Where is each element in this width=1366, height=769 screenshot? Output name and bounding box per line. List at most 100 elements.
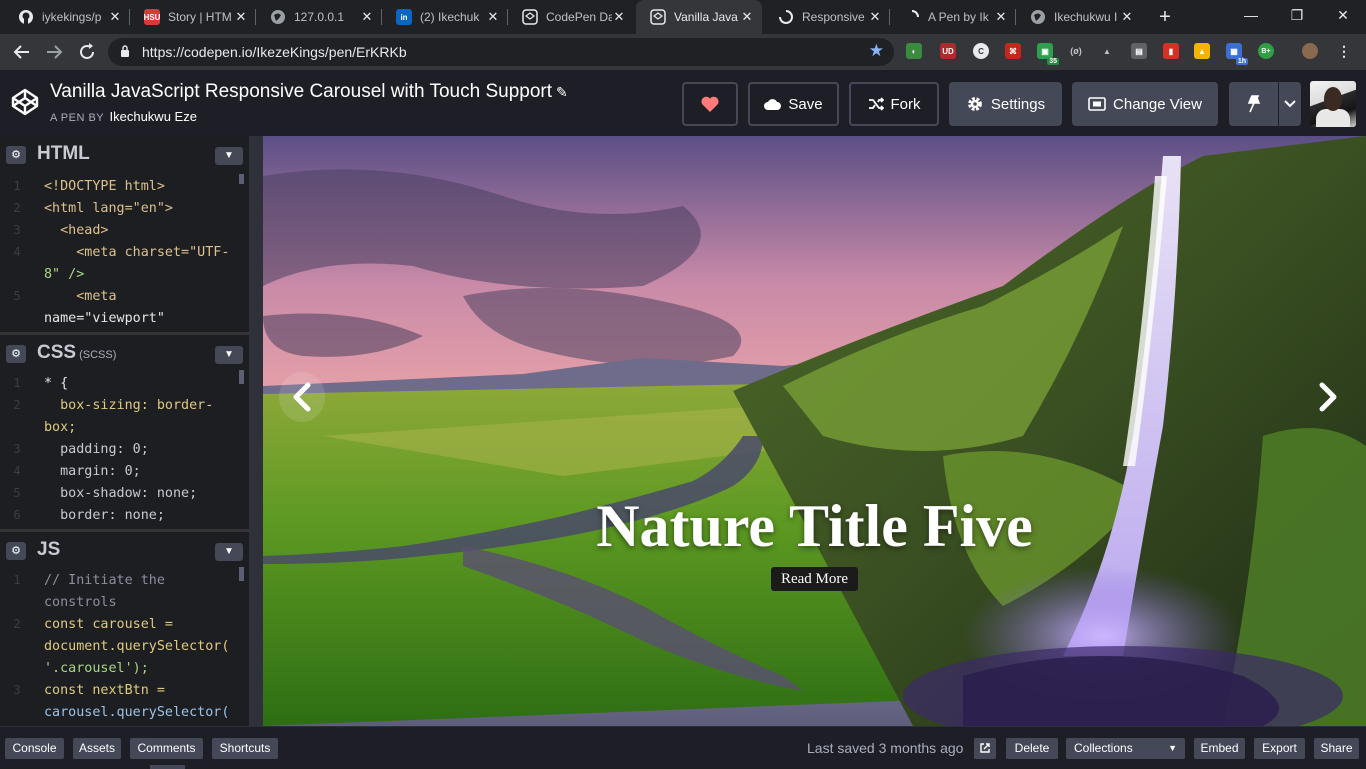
window-close-button[interactable]: ✕ bbox=[1320, 0, 1366, 30]
carousel-next-button[interactable] bbox=[1305, 372, 1351, 422]
edit-pencil-icon[interactable]: ✎ bbox=[556, 84, 568, 100]
back-button[interactable] bbox=[10, 40, 34, 64]
shortcuts-button[interactable]: Shortcuts bbox=[212, 738, 278, 759]
extension-icon[interactable]: ▮ bbox=[1163, 43, 1179, 59]
line-number: 1 bbox=[13, 573, 21, 587]
css-settings-gear-icon[interactable]: ⚙ bbox=[6, 345, 26, 363]
js-code-area[interactable]: 1 // Initiate the constrols 2 const caro… bbox=[0, 567, 249, 726]
forward-button[interactable] bbox=[42, 40, 66, 64]
open-external-button[interactable] bbox=[974, 738, 996, 759]
chevron-down-icon[interactable]: ▼ bbox=[215, 543, 243, 561]
tab-title: A Pen by Ik bbox=[928, 10, 989, 24]
browser-tab[interactable]: 127.0.0.1 ✕ bbox=[256, 0, 382, 34]
close-icon[interactable]: ✕ bbox=[740, 9, 754, 25]
extension-icon[interactable]: ▤ bbox=[1131, 43, 1147, 59]
browser-tab[interactable]: Ikechukwu I ✕ bbox=[1016, 0, 1142, 34]
collections-dropdown[interactable]: Collections ▼ bbox=[1066, 738, 1185, 759]
scrollbar[interactable] bbox=[239, 174, 244, 184]
change-view-button[interactable]: Change View bbox=[1072, 82, 1218, 126]
comments-button[interactable]: Comments bbox=[130, 738, 203, 759]
html-settings-gear-icon[interactable]: ⚙ bbox=[6, 146, 26, 164]
menu-kebab-icon[interactable]: ⋮ bbox=[1336, 43, 1352, 59]
reload-icon bbox=[80, 43, 94, 59]
calendar-icon[interactable]: ▦ 1h bbox=[1226, 43, 1248, 65]
pdf-icon[interactable]: ⌘ bbox=[1005, 43, 1021, 59]
lock-icon bbox=[121, 45, 129, 57]
save-button[interactable]: Save bbox=[748, 82, 839, 126]
carousel-slide-image bbox=[263, 136, 1366, 726]
browser-tab[interactable]: Responsive ✕ bbox=[764, 0, 890, 34]
close-icon[interactable]: ✕ bbox=[612, 9, 626, 25]
js-settings-gear-icon[interactable]: ⚙ bbox=[6, 542, 26, 560]
extension-icon[interactable]: C bbox=[973, 43, 989, 59]
css-editor-header[interactable]: ⚙ CSS (SCSS) ▼ bbox=[0, 332, 249, 370]
tab-title: iykekings/p bbox=[42, 10, 102, 24]
new-tab-button[interactable]: + bbox=[1152, 4, 1178, 30]
fork-button[interactable]: Fork bbox=[849, 82, 939, 126]
editor-resize-handle[interactable] bbox=[249, 136, 263, 726]
extension-icon[interactable]: ▣ 35 bbox=[1037, 43, 1059, 65]
linkedin-icon: in bbox=[396, 9, 412, 25]
line-number: 2 bbox=[13, 617, 21, 631]
chevron-down-icon bbox=[1284, 100, 1296, 108]
heart-icon bbox=[701, 96, 719, 112]
story-icon: HSU bbox=[144, 9, 160, 25]
browser-tab-active[interactable]: Vanilla Java ✕ bbox=[636, 0, 762, 34]
profile-avatar-icon[interactable] bbox=[1302, 43, 1318, 59]
delete-button[interactable]: Delete bbox=[1006, 738, 1058, 759]
drive-icon[interactable]: ▲ bbox=[1099, 43, 1115, 59]
export-button[interactable]: Export bbox=[1254, 738, 1305, 759]
js-editor-header[interactable]: ⚙ JS ▼ bbox=[0, 529, 249, 567]
settings-button[interactable]: Settings bbox=[949, 82, 1062, 126]
console-button[interactable]: Console bbox=[5, 738, 64, 759]
extension-icon[interactable]: (ø) bbox=[1068, 43, 1084, 59]
extension-icon[interactable]: ◐ bbox=[906, 43, 922, 59]
close-icon[interactable]: ✕ bbox=[994, 9, 1008, 25]
line-number: 1 bbox=[13, 179, 21, 193]
restore-button[interactable]: ❐ bbox=[1274, 0, 1320, 30]
chevron-down-icon[interactable]: ▼ bbox=[215, 147, 243, 165]
close-icon[interactable]: ✕ bbox=[868, 9, 882, 25]
browser-tab[interactable]: in (2) Ikechuk ✕ bbox=[382, 0, 508, 34]
embed-button[interactable]: Embed bbox=[1194, 738, 1245, 759]
line-number: 4 bbox=[13, 464, 21, 478]
close-icon[interactable]: ✕ bbox=[108, 9, 122, 25]
browser-tab[interactable]: A Pen by Ik ✕ bbox=[890, 0, 1016, 34]
share-button[interactable]: Share bbox=[1314, 738, 1359, 759]
collections-label: Collections bbox=[1074, 741, 1133, 755]
pen-title[interactable]: Vanilla JavaScript Responsive Carousel w… bbox=[50, 81, 568, 103]
minimize-button[interactable]: — bbox=[1228, 0, 1274, 30]
pen-author: A PEN BY Ikechukwu Eze bbox=[50, 109, 197, 124]
browser-tab[interactable]: iykekings/p ✕ bbox=[4, 0, 130, 34]
pin-dropdown-button[interactable] bbox=[1279, 82, 1301, 126]
user-avatar[interactable] bbox=[1310, 81, 1356, 127]
close-icon[interactable]: ✕ bbox=[360, 9, 374, 25]
scrollbar[interactable] bbox=[239, 370, 244, 384]
read-more-button[interactable]: Read More bbox=[771, 567, 858, 591]
assets-button[interactable]: Assets bbox=[73, 738, 121, 759]
html-code-area[interactable]: 1 <!DOCTYPE html> 2 <html lang="en"> 3 <… bbox=[0, 174, 249, 332]
google-drive-icon[interactable]: ▲ bbox=[1194, 43, 1210, 59]
bookmark-star-icon[interactable]: ★ bbox=[869, 41, 884, 61]
chevron-down-icon[interactable]: ▼ bbox=[215, 346, 243, 364]
html-editor-header[interactable]: ⚙ HTML ▼ bbox=[0, 136, 249, 174]
close-icon[interactable]: ✕ bbox=[486, 9, 500, 25]
ublock-icon[interactable]: UD bbox=[940, 43, 956, 59]
browser-tab[interactable]: CodePen Da ✕ bbox=[508, 0, 634, 34]
reload-button[interactable] bbox=[75, 40, 99, 64]
cloud-icon bbox=[764, 99, 782, 110]
pin-button[interactable] bbox=[1229, 82, 1278, 126]
layout-icon bbox=[1088, 97, 1106, 111]
carousel-prev-button[interactable] bbox=[279, 372, 325, 422]
codepen-logo-icon[interactable] bbox=[10, 87, 40, 117]
extension-icon[interactable]: B+ bbox=[1258, 43, 1274, 59]
address-bar[interactable]: https://codepen.io/IkezeKings/pen/ErKRKb… bbox=[108, 38, 894, 66]
settings-label: Settings bbox=[990, 95, 1046, 113]
love-button[interactable] bbox=[682, 82, 738, 126]
close-icon[interactable]: ✕ bbox=[1120, 9, 1134, 25]
close-icon[interactable]: ✕ bbox=[234, 9, 248, 25]
author-link[interactable]: Ikechukwu Eze bbox=[110, 109, 197, 124]
browser-tab[interactable]: HSU Story | HTM ✕ bbox=[130, 0, 256, 34]
scrollbar[interactable] bbox=[239, 567, 244, 581]
css-code-area[interactable]: 1 * { 2 box-sizing: border- box; 3 paddi… bbox=[0, 370, 249, 529]
